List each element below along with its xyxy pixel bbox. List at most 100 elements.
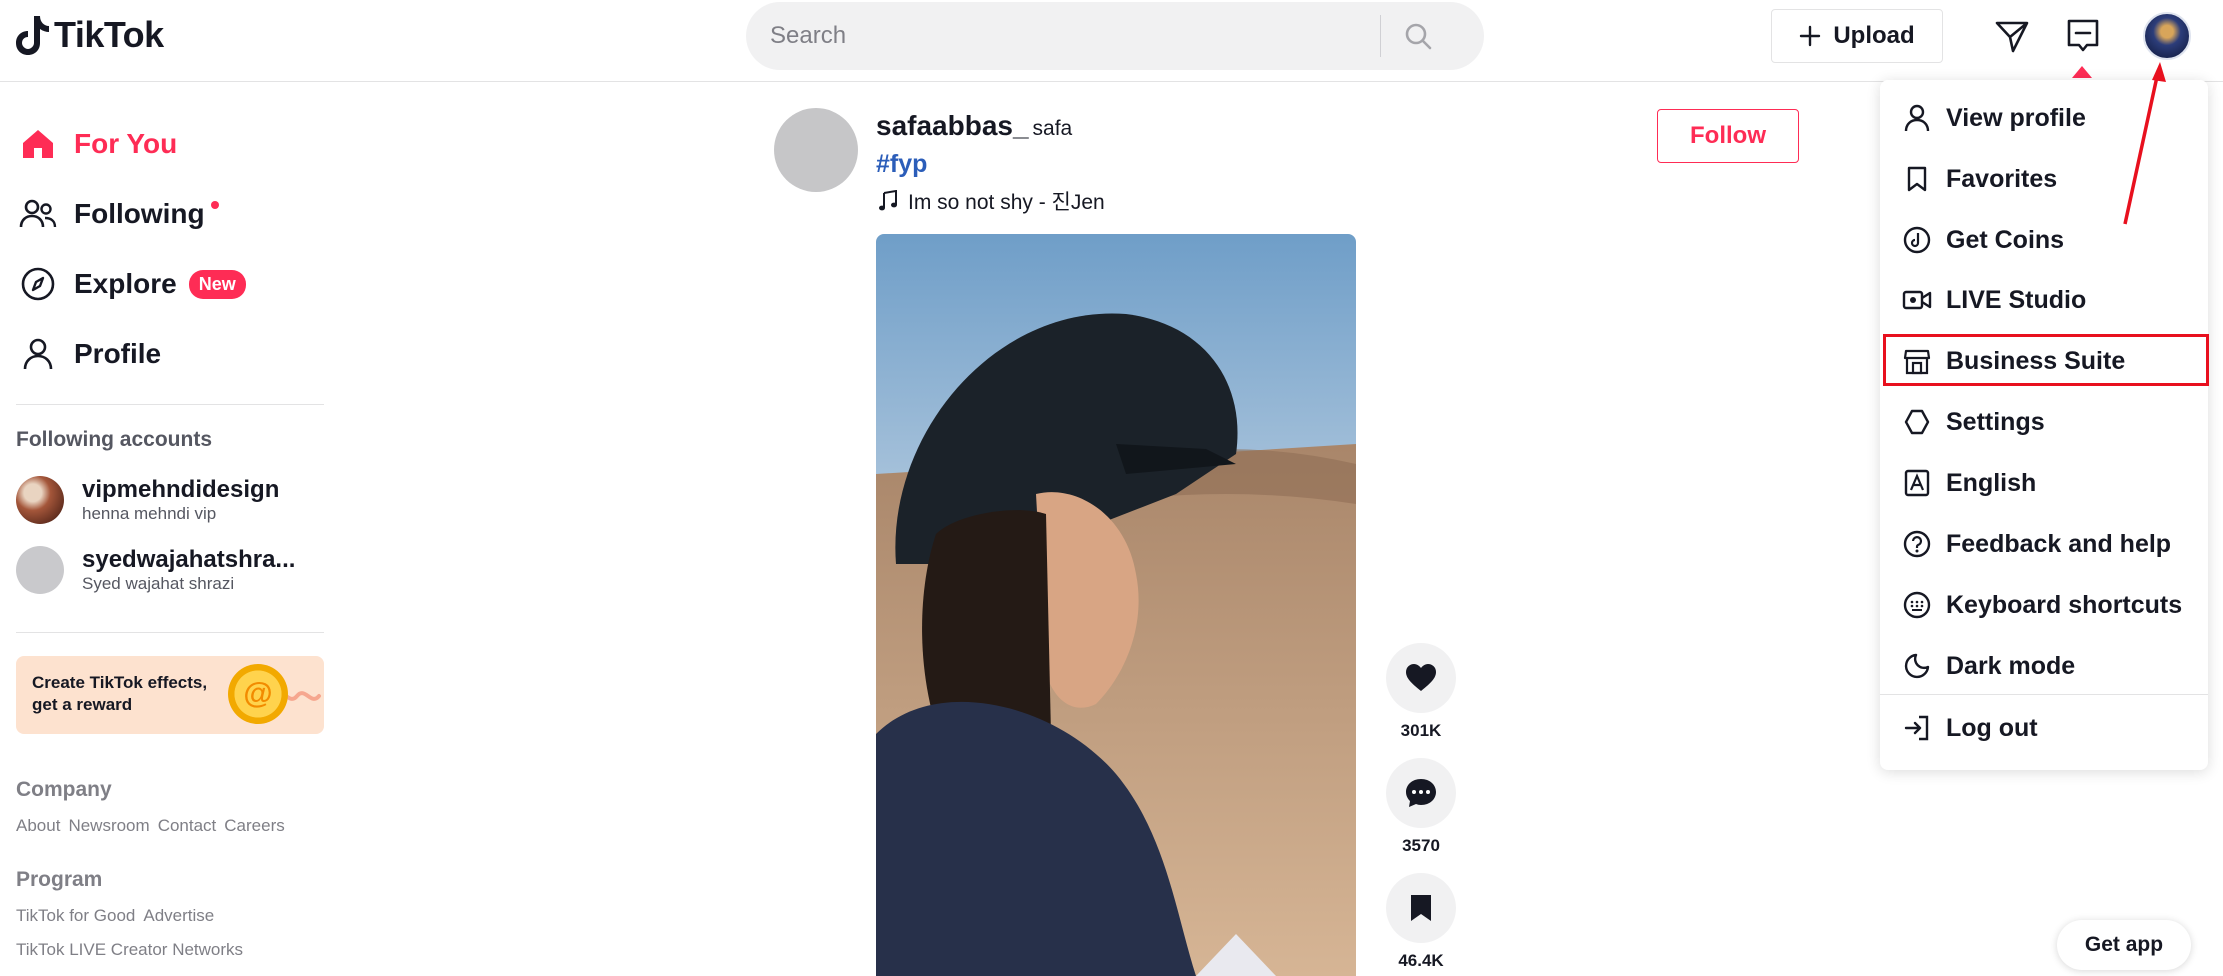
- program-title: Program: [16, 868, 103, 891]
- account-subtitle: Syed wajahat shrazi: [82, 574, 235, 593]
- tiktok-note-icon: [16, 16, 49, 55]
- effects-promo-banner[interactable]: Create TikTok effects, get a reward @: [16, 656, 324, 734]
- live-camera-icon: [1902, 285, 1932, 315]
- menu-view-profile-label: View profile: [1946, 103, 2086, 132]
- footer-link-live-creator-networks[interactable]: TikTok LIVE Creator Networks: [16, 940, 243, 960]
- nav-following-label: Following: [74, 198, 205, 229]
- account-name: syedwajahatshra...: [82, 546, 296, 573]
- inbox-icon: [2067, 19, 2099, 52]
- save-action[interactable]: 46.4K: [1386, 873, 1456, 971]
- menu-feedback-help[interactable]: Feedback and help: [1902, 518, 2202, 570]
- menu-feedback-help-label: Feedback and help: [1946, 529, 2172, 558]
- comment-count: 3570: [1402, 836, 1440, 855]
- account-name: vipmehndidesign: [82, 476, 280, 503]
- company-title: Company: [16, 778, 112, 801]
- menu-settings-label: Settings: [1946, 407, 2045, 436]
- profile-dropdown-menu: View profile Favorites Get Coins LIVE St…: [1880, 80, 2208, 770]
- top-header: TikTok Upload: [0, 0, 2223, 82]
- menu-live-studio-label: LIVE Studio: [1946, 285, 2087, 314]
- sidebar-divider: [16, 632, 324, 633]
- search-button[interactable]: [1381, 2, 1455, 70]
- video-player[interactable]: [876, 234, 1356, 976]
- follow-button[interactable]: Follow: [1657, 109, 1799, 163]
- account-item[interactable]: vipmehndidesign henna mehndi vip: [16, 476, 279, 524]
- inbox-active-indicator: [2072, 66, 2092, 78]
- nav-profile[interactable]: Profile: [18, 326, 161, 382]
- account-avatar: [16, 546, 64, 594]
- company-links: About Newsroom Contact Careers: [16, 816, 285, 836]
- language-icon: [1902, 468, 1932, 498]
- promo-line-2: get a reward: [32, 695, 133, 714]
- menu-log-out[interactable]: Log out: [1902, 702, 2202, 754]
- inbox-button[interactable]: [2061, 14, 2105, 58]
- footer-link-about[interactable]: About: [16, 816, 60, 836]
- new-badge: New: [188, 269, 246, 299]
- nav-for-you[interactable]: For You: [18, 116, 177, 172]
- menu-get-coins[interactable]: Get Coins: [1902, 214, 2202, 266]
- footer-link-tiktok-for-good[interactable]: TikTok for Good: [16, 906, 135, 926]
- account-item[interactable]: syedwajahatshra... Syed wajahat shrazi: [16, 546, 295, 594]
- save-count: 46.4K: [1398, 951, 1444, 970]
- music-note-icon: [879, 190, 897, 211]
- search-input[interactable]: [770, 2, 1380, 70]
- menu-log-out-label: Log out: [1946, 713, 2038, 742]
- bookmark-icon: [1411, 895, 1431, 921]
- comment-action[interactable]: 3570: [1386, 758, 1456, 856]
- nav-for-you-label: For You: [74, 128, 178, 159]
- keyboard-icon: [1902, 590, 1932, 620]
- menu-favorites[interactable]: Favorites: [1902, 153, 2202, 205]
- post-music[interactable]: Im so not shy - 진Jen: [878, 186, 1105, 216]
- nav-profile-label: Profile: [74, 338, 162, 369]
- post-author-avatar[interactable]: [774, 108, 858, 192]
- post-hashtag[interactable]: #fyp: [876, 150, 927, 179]
- post-author[interactable]: safaabbas_ safa: [876, 110, 1072, 142]
- like-action[interactable]: 301K: [1386, 643, 1456, 741]
- menu-language[interactable]: English: [1902, 457, 2202, 509]
- like-button[interactable]: [1386, 643, 1456, 713]
- post-nickname: safa: [1032, 117, 1073, 140]
- nav-explore[interactable]: Explore New: [18, 256, 246, 312]
- footer-link-newsroom[interactable]: Newsroom: [68, 816, 149, 836]
- save-button[interactable]: [1386, 873, 1456, 943]
- business-suite-highlight: [1883, 334, 2209, 386]
- menu-settings[interactable]: Settings: [1902, 396, 2202, 448]
- help-icon: [1902, 529, 1932, 559]
- compass-icon: [18, 264, 58, 304]
- comment-icon: [1406, 779, 1436, 807]
- notification-dot: [210, 201, 219, 209]
- home-icon: [18, 124, 58, 164]
- plus-icon: [1800, 25, 1821, 47]
- coin-icon: [1902, 225, 1932, 255]
- following-icon: [18, 194, 58, 234]
- menu-live-studio[interactable]: LIVE Studio: [1902, 274, 2202, 326]
- nav-following[interactable]: Following: [18, 186, 219, 242]
- promo-line-1: Create TikTok effects,: [32, 673, 208, 692]
- footer-link-careers[interactable]: Careers: [224, 816, 284, 836]
- following-accounts-title: Following accounts: [16, 428, 213, 451]
- comment-button[interactable]: [1386, 758, 1456, 828]
- search-bar[interactable]: [746, 2, 1484, 70]
- account-subtitle: henna mehndi vip: [82, 504, 217, 523]
- user-avatar[interactable]: [2143, 12, 2191, 60]
- music-title: Im so not shy - 진Jen: [908, 191, 1105, 214]
- footer-link-contact[interactable]: Contact: [158, 816, 217, 836]
- menu-favorites-label: Favorites: [1946, 164, 2058, 193]
- menu-view-profile[interactable]: View profile: [1902, 92, 2202, 144]
- upload-label: Upload: [1833, 22, 1915, 49]
- get-app-button[interactable]: Get app: [2057, 920, 2191, 970]
- moon-icon: [1902, 651, 1932, 681]
- footer-link-advertise[interactable]: Advertise: [143, 906, 214, 926]
- menu-divider: [1880, 694, 2208, 695]
- tiktok-logo[interactable]: TikTok: [14, 12, 164, 58]
- menu-keyboard-shortcuts[interactable]: Keyboard shortcuts: [1902, 579, 2202, 631]
- upload-button[interactable]: Upload: [1771, 9, 1943, 63]
- menu-get-coins-label: Get Coins: [1946, 225, 2065, 254]
- program-links: TikTok for Good Advertise: [16, 906, 214, 926]
- menu-language-label: English: [1946, 468, 2037, 497]
- gear-icon: [1902, 407, 1932, 437]
- messages-button[interactable]: [1990, 14, 2034, 58]
- menu-keyboard-shortcuts-label: Keyboard shortcuts: [1946, 590, 2183, 619]
- menu-dark-mode[interactable]: Dark mode: [1902, 640, 2202, 692]
- program-links-2: TikTok LIVE Creator Networks: [16, 940, 243, 960]
- logo-text: TikTok: [54, 14, 164, 55]
